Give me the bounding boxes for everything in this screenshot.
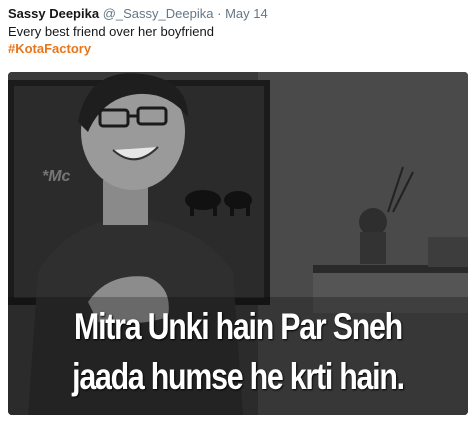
meta-separator: · (217, 6, 222, 21)
watermark-text: *Mc (42, 168, 71, 185)
tweet-meta: Sassy Deepika @_Sassy_Deepika · May 14 (8, 5, 468, 23)
caption-line-2: jaada humse he krti hain. (72, 356, 405, 397)
tweet-header: Sassy Deepika @_Sassy_Deepika · May 14 E… (8, 5, 468, 57)
author-handle[interactable]: @_Sassy_Deepika (103, 6, 214, 21)
author-name[interactable]: Sassy Deepika (8, 6, 99, 21)
caption-line-1: Mitra Unki hain Par Sneh (74, 306, 403, 347)
tweet-image[interactable]: *Mc Mitra Unki hain Par Sneh jaada humse… (8, 72, 468, 415)
hashtag-link[interactable]: #KotaFactory (8, 40, 468, 57)
tweet-text: Every best friend over her boyfriend (8, 24, 214, 39)
tweet-date[interactable]: May 14 (225, 6, 268, 21)
